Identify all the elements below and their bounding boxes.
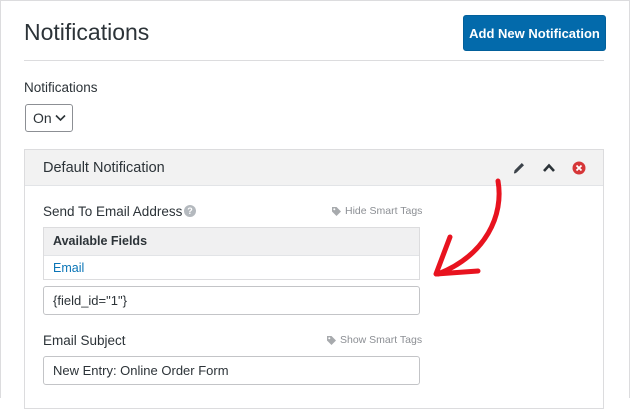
help-icon[interactable]: ? <box>184 205 196 217</box>
hide-smart-tags-label: Hide Smart Tags <box>345 205 423 217</box>
notification-title: Default Notification <box>43 160 165 176</box>
send-to-email-label: Send To Email Address <box>43 204 183 219</box>
chevron-up-icon[interactable] <box>541 160 557 176</box>
available-fields-box: Available Fields Email <box>43 227 420 280</box>
send-to-email-input[interactable]: {field_id="1"} <box>43 286 420 315</box>
chevron-down-icon <box>55 114 66 122</box>
close-circle-icon[interactable] <box>571 160 587 176</box>
page-title: Notifications <box>24 19 150 45</box>
header-divider <box>24 60 604 61</box>
tag-icon <box>327 335 336 345</box>
show-smart-tags-label: Show Smart Tags <box>340 334 423 346</box>
available-fields-header: Available Fields <box>44 228 419 256</box>
annotation-arrow <box>433 178 502 277</box>
email-subject-label: Email Subject <box>43 333 126 348</box>
notifications-select[interactable]: On <box>25 104 73 132</box>
available-fields-title: Available Fields <box>53 234 148 248</box>
tag-icon <box>332 206 341 216</box>
hide-smart-tags-link[interactable]: Hide Smart Tags <box>331 205 422 217</box>
notifications-toggle-label: Notifications <box>24 80 98 95</box>
available-field-email[interactable]: Email <box>53 261 84 275</box>
pencil-icon[interactable] <box>511 160 527 176</box>
notifications-select-value: On <box>33 110 52 126</box>
notification-panel-header[interactable]: Default Notification <box>25 150 603 186</box>
email-subject-input[interactable]: New Entry: Online Order Form <box>43 356 420 385</box>
add-new-notification-button[interactable]: Add New Notification <box>463 15 606 51</box>
show-smart-tags-link[interactable]: Show Smart Tags <box>326 334 422 346</box>
